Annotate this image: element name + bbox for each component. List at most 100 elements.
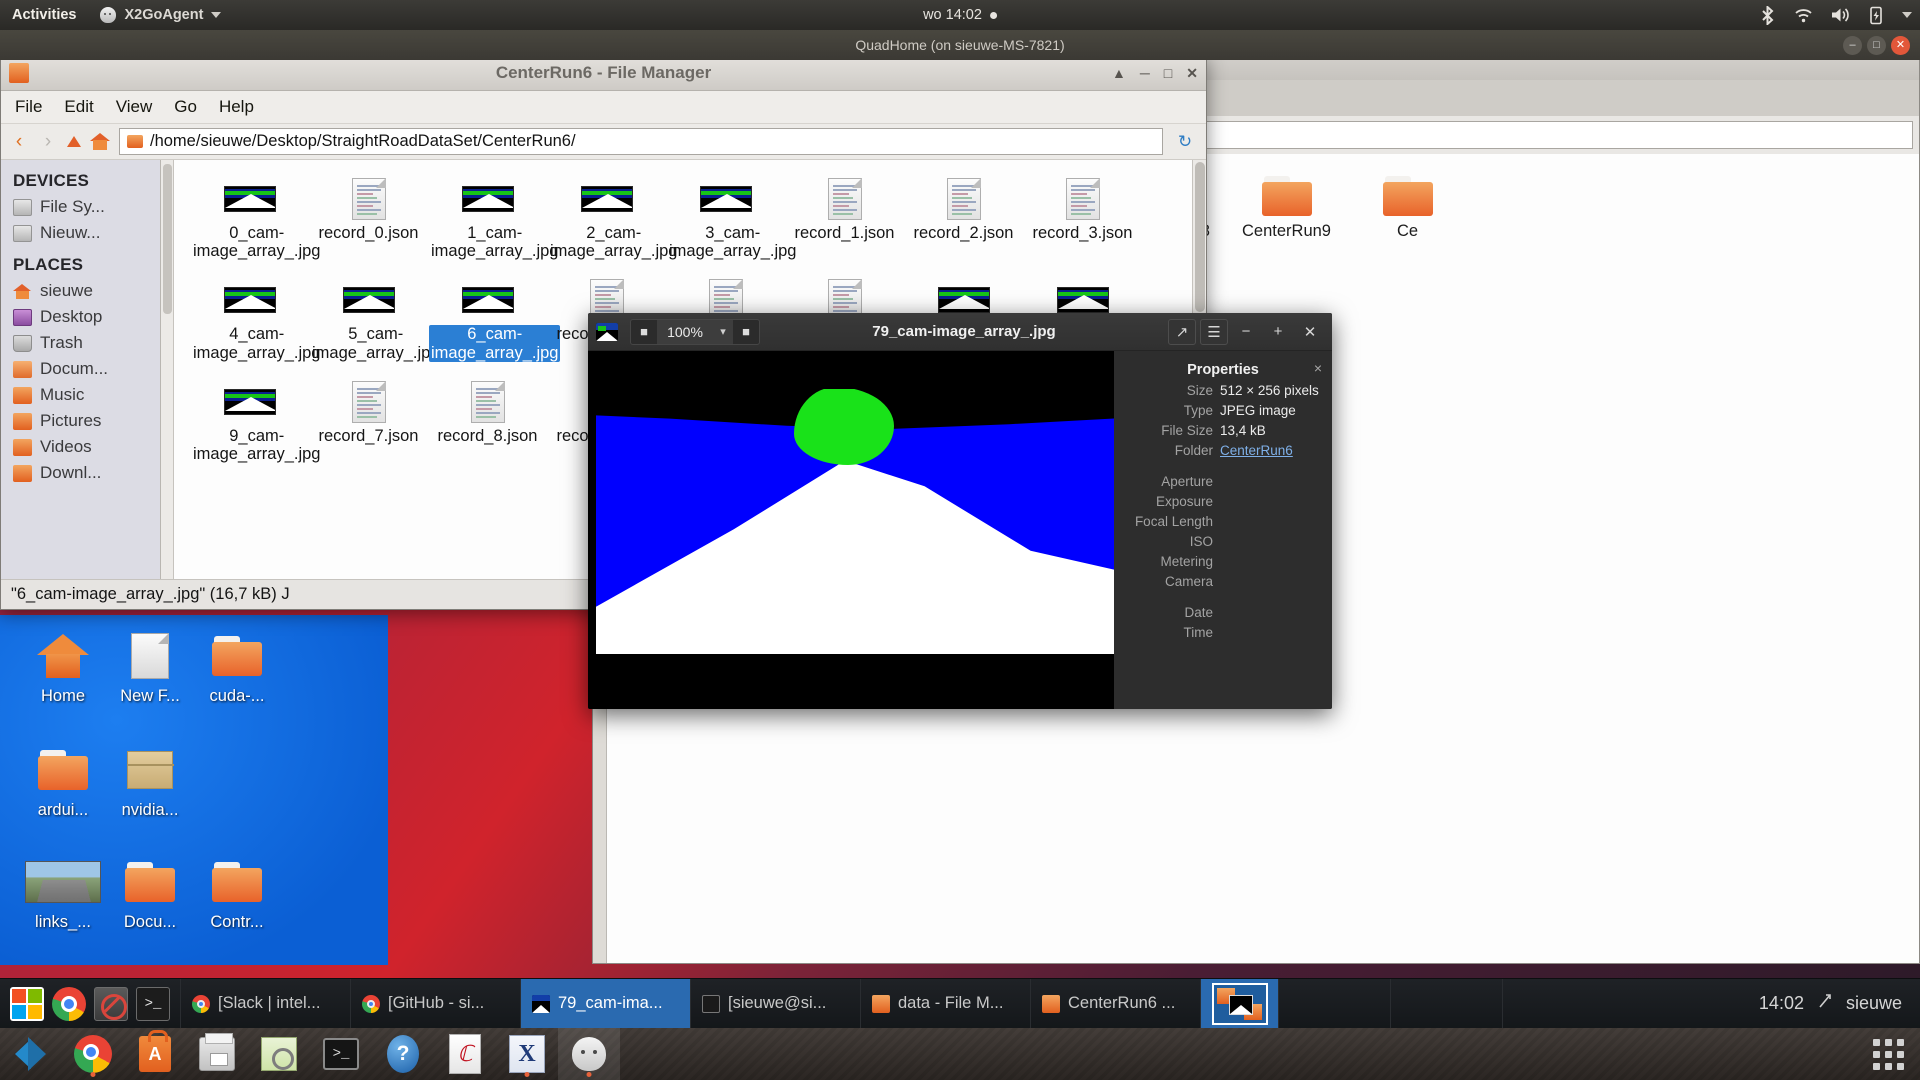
path-input[interactable]: /home/sieuwe/Desktop/StraightRoadDataSet… — [119, 128, 1163, 155]
taskbar-item-image-viewer[interactable]: 79_cam-ima... — [521, 978, 691, 1029]
zoom-in-button[interactable]: ■ — [733, 320, 759, 344]
sidebar-item-music[interactable]: Music — [1, 382, 160, 408]
minimize-icon[interactable]: − — [1232, 319, 1260, 345]
scrollbar-thumb[interactable] — [1195, 162, 1205, 312]
desktop-icon-nvidia[interactable]: nvidia... — [95, 743, 205, 820]
file-item[interactable]: record_7.json — [309, 375, 428, 466]
dock-show-apps-button[interactable] — [1873, 1038, 1920, 1070]
file-item[interactable]: record_1.json — [785, 172, 904, 263]
taskbar-item-data-file-manager[interactable]: data - File M... — [861, 978, 1031, 1029]
sidebar-item-documents[interactable]: Docum... — [1, 356, 160, 382]
quadhome-window-titlebar[interactable]: QuadHome (on sieuwe-MS-7821) — [0, 30, 1920, 60]
windows-start-icon[interactable] — [10, 986, 44, 1021]
sidebar-item-nieuw[interactable]: Nieuw... — [1, 220, 160, 246]
sidebar-item-trash[interactable]: Trash — [1, 330, 160, 356]
dock-item-pdf-reader[interactable]: ℂ — [434, 1028, 496, 1080]
file-item[interactable]: 3_cam-image_array_.jpg — [666, 172, 797, 263]
folder-item[interactable]: CenterRun9 — [1226, 170, 1347, 240]
dock-item-software-center[interactable]: A — [124, 1028, 186, 1080]
desktop-icon-control[interactable]: Contr... — [182, 855, 292, 932]
quadhome-window-controls[interactable]: – □ ✕ — [1843, 30, 1910, 60]
fm-close-button[interactable]: ✕ — [1186, 65, 1198, 82]
dock-item-vscode[interactable] — [0, 1028, 62, 1080]
fm-shade-button[interactable]: ▲ — [1112, 65, 1126, 82]
block-icon[interactable] — [94, 986, 128, 1021]
menu-edit[interactable]: Edit — [64, 97, 93, 117]
file-item[interactable]: record_2.json — [904, 172, 1023, 263]
maximize-icon[interactable]: + — [1264, 319, 1292, 345]
dock-item-texstudio[interactable]: X — [496, 1028, 558, 1080]
fm-menubar[interactable]: File Edit View Go Help — [1, 91, 1206, 124]
panel-status-area[interactable] — [1759, 5, 1912, 25]
chevron-down-icon[interactable] — [1902, 12, 1912, 18]
menu-help[interactable]: Help — [219, 97, 254, 117]
taskbar-user-label[interactable]: sieuwe — [1846, 993, 1902, 1014]
back-button[interactable]: ‹ — [9, 131, 29, 153]
hamburger-menu-icon[interactable]: ☰ — [1200, 318, 1228, 345]
file-item[interactable]: 1_cam-image_array_.jpg — [428, 172, 559, 263]
fm-titlebar[interactable]: CenterRun6 - File Manager ▲ ─ □ ✕ — [1, 56, 1206, 91]
fm-maximize-button[interactable]: □ — [1164, 65, 1172, 82]
sidebar-item-videos[interactable]: Videos — [1, 434, 160, 460]
close-icon[interactable]: × — [1314, 360, 1322, 376]
maximize-button[interactable]: □ — [1867, 35, 1886, 55]
dock-item-terminal[interactable]: >_ — [310, 1028, 372, 1080]
taskbar-item-centerrun6[interactable]: CenterRun6 ... — [1031, 978, 1201, 1029]
folder-item[interactable]: Ce — [1347, 170, 1468, 240]
zoom-level-value[interactable]: 100% — [657, 319, 713, 344]
close-icon[interactable]: ✕ — [1296, 319, 1324, 345]
minimize-button[interactable]: – — [1843, 35, 1862, 55]
dock-item-ghost[interactable] — [558, 1028, 620, 1080]
up-arrow-icon[interactable] — [67, 136, 81, 147]
fm-minimize-button[interactable]: ─ — [1140, 65, 1150, 82]
file-item[interactable]: record_8.json — [428, 375, 547, 466]
viewer-headerbar[interactable]: ■ 100% ▾ ■ 79_cam-image_array_.jpg ↗ ☰ −… — [588, 313, 1332, 351]
folder-link[interactable]: CenterRun6 — [1220, 443, 1293, 458]
taskbar-item-slack[interactable]: [Slack | intel... — [181, 978, 351, 1029]
menu-file[interactable]: File — [15, 97, 42, 117]
fullscreen-icon[interactable]: ↗ — [1168, 318, 1196, 345]
app-menu-button[interactable]: X2GoAgent — [88, 0, 233, 30]
sidebar-item-desktop[interactable]: Desktop — [1, 304, 160, 330]
close-button[interactable]: ✕ — [1891, 35, 1910, 55]
zoom-control-group[interactable]: ■ 100% ▾ ■ — [630, 318, 760, 345]
home-icon[interactable] — [90, 133, 110, 150]
menu-go[interactable]: Go — [174, 97, 197, 117]
forward-button[interactable]: › — [38, 131, 58, 153]
terminal-icon[interactable]: >_ — [136, 986, 170, 1021]
volume-icon[interactable] — [1831, 7, 1851, 23]
taskbar-clock[interactable]: 14:02 — [1759, 993, 1804, 1014]
file-item[interactable]: record_0.json — [309, 172, 428, 263]
taskbar-item-terminal[interactable]: [sieuwe@si... — [691, 978, 861, 1029]
battery-icon[interactable] — [1869, 6, 1884, 25]
dock-item-image-search[interactable] — [248, 1028, 310, 1080]
file-item[interactable]: 0_cam-image_array_.jpg — [190, 172, 321, 263]
sidebar-item-sieuwe[interactable]: sieuwe — [1, 278, 160, 304]
image-canvas[interactable] — [588, 351, 1114, 709]
menu-view[interactable]: View — [116, 97, 153, 117]
zoom-out-button[interactable]: ■ — [631, 320, 657, 344]
bluetooth-icon[interactable] — [1759, 5, 1776, 25]
activities-button[interactable]: Activities — [0, 0, 88, 30]
wifi-icon[interactable] — [1794, 8, 1813, 23]
file-item[interactable]: 2_cam-image_array_.jpg — [547, 172, 678, 263]
dock-item-chrome[interactable] — [62, 1028, 124, 1080]
dock-item-printer[interactable] — [186, 1028, 248, 1080]
sidebar-item-downloads[interactable]: Downl... — [1, 460, 160, 486]
file-item-selected[interactable]: 6_cam-image_array_.jpg — [428, 273, 561, 364]
taskbar-window-preview[interactable] — [1201, 978, 1279, 1029]
taskbar-item-github[interactable]: [GitHub - si... — [351, 978, 521, 1029]
sidebar-scrollbar[interactable] — [161, 160, 174, 579]
keyboard-indicator-icon[interactable] — [1818, 993, 1832, 1014]
panel-clock[interactable]: wo 14:02 — [923, 7, 997, 23]
image-viewer-window[interactable]: ■ 100% ▾ ■ 79_cam-image_array_.jpg ↗ ☰ −… — [588, 313, 1332, 709]
file-item[interactable]: 5_cam-image_array_.jpg — [309, 273, 440, 364]
file-item[interactable]: record_3.json — [1023, 172, 1142, 263]
reload-icon[interactable]: ↻ — [1172, 132, 1198, 152]
file-item[interactable]: 9_cam-image_array_.jpg — [190, 375, 321, 466]
scrollbar-thumb[interactable] — [163, 164, 172, 314]
chrome-icon[interactable] — [52, 986, 86, 1021]
chevron-down-icon[interactable]: ▾ — [713, 319, 733, 344]
sidebar-item-pictures[interactable]: Pictures — [1, 408, 160, 434]
desktop-icon-cuda[interactable]: cuda-... — [182, 629, 292, 706]
